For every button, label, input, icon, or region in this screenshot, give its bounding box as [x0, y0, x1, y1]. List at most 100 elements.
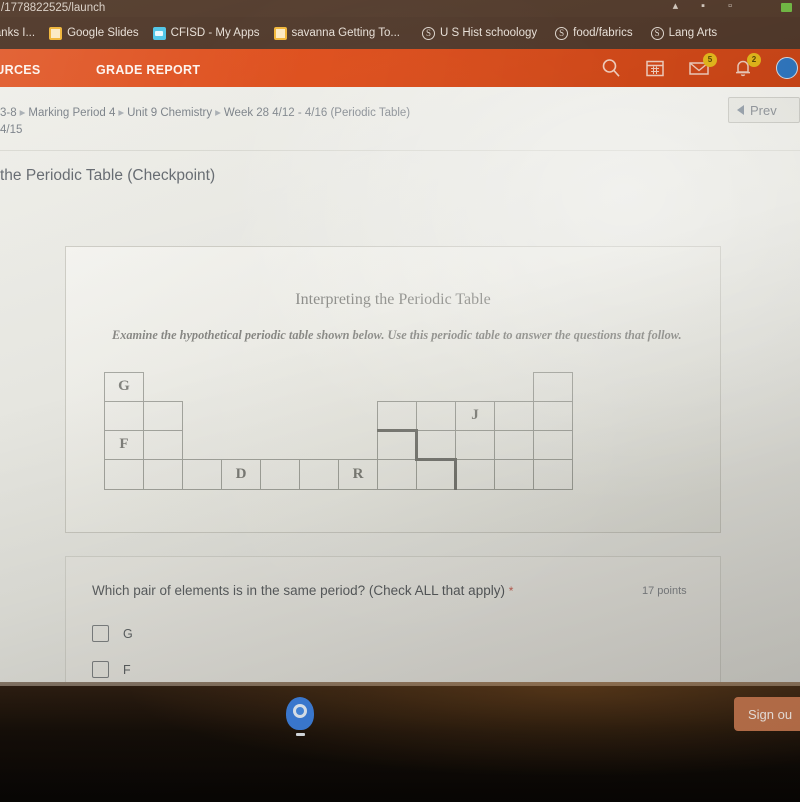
breadcrumb-separator: ▸: [19, 107, 26, 119]
due-date: 4/15: [0, 124, 23, 136]
schoology-icon: S: [650, 26, 664, 40]
ptable-cell-G: G: [104, 372, 144, 402]
ptable-cell-r4c12: [533, 459, 573, 490]
ptable-cell-r2c8: [377, 401, 417, 431]
sign-out-button[interactable]: Sign ou: [734, 697, 800, 731]
ptable-cell-r3c11: [494, 430, 534, 460]
extension-chip-icon[interactable]: [781, 3, 792, 12]
bookmark-item[interactable]: S Lang Arts: [650, 17, 718, 49]
bookmark-label: savanna Getting To...: [291, 27, 400, 39]
metalloid-line-seg-3: [415, 458, 456, 461]
schoology-icon: S: [555, 26, 569, 40]
avatar[interactable]: [776, 57, 798, 79]
option-label-F: F: [123, 662, 131, 677]
bookmark-item[interactable]: CFISD - My Apps: [152, 17, 260, 49]
shelf-top-edge: [0, 682, 800, 686]
breadcrumb: 3-8 ▸ Marking Period 4 ▸ Unit 9 Chemistry ▸ We…: [0, 105, 410, 119]
doc-icon: [273, 26, 287, 40]
browser-url-strip: /1778822525/launch ▴ ▪ ▫: [0, 0, 800, 17]
nav-link-resources[interactable]: ESOURCES: [0, 63, 41, 77]
ptable-cell-r2c11: [494, 401, 534, 431]
element-symbol-R: R: [352, 465, 364, 482]
messages-icon[interactable]: 5: [688, 53, 717, 79]
ptable-cell-r4c5: [260, 459, 300, 490]
bookmarks-bar: irbanks I... Google Slides CFISD - My Apps…: [0, 17, 800, 49]
notifications-badge: 2: [747, 53, 761, 67]
ptable-cell-r4c2: [143, 459, 183, 490]
ptable-cell-r4c10: [455, 459, 495, 490]
ptable-cell-r4c3: [182, 459, 222, 490]
option-row-F[interactable]: F: [92, 661, 131, 678]
ptable-cell-r4c1: [104, 459, 144, 490]
ptable-cell-R: R: [338, 459, 378, 490]
notifications-icon[interactable]: 2: [732, 53, 761, 79]
url-text[interactable]: /1778822525/launch: [1, 2, 105, 14]
bookmark-item[interactable]: Sfood/fabrics: [555, 17, 633, 49]
ptable-cell-J: J: [455, 401, 495, 431]
ptable-cell-r3c8: [377, 430, 417, 460]
bookmark-label: Lang Arts: [668, 27, 718, 39]
breadcrumb-item[interactable]: Week 28 4/12 - 4/16 (Periodic Table): [224, 107, 410, 119]
question-points: 17 points: [642, 585, 687, 597]
checkbox-F[interactable]: [92, 661, 109, 678]
element-symbol-J: J: [471, 407, 479, 424]
ptable-cell-r3c2: [143, 430, 183, 460]
checkbox-G[interactable]: [92, 625, 109, 642]
metalloid-line-seg-4: [454, 458, 457, 490]
ptable-cell-r4c8: [377, 459, 417, 490]
worksheet-title: Interpreting the Periodic Table: [295, 291, 491, 308]
chevron-left-icon: [737, 105, 744, 115]
page-title: the Periodic Table (Checkpoint): [0, 167, 216, 184]
bookmark-item[interactable]: savanna Getting To...: [273, 17, 400, 49]
prev-button[interactable]: Prev: [728, 97, 800, 123]
chromeos-shelf: Sign ou: [0, 682, 800, 802]
ptable-cell-r3c9: [416, 430, 456, 460]
browser-toolbar-glyphs: ▴ ▪ ▫: [672, 0, 742, 12]
ptable-cell-r1c12: [533, 372, 573, 402]
bookmark-label: Google Slides: [67, 27, 139, 39]
ptable-cell-D: D: [221, 459, 261, 490]
screenshot-root: /1778822525/launch ▴ ▪ ▫ irbanks I... Goo…: [0, 0, 800, 802]
ptable-cell-r2c9: [416, 401, 456, 431]
breadcrumb-separator: ▸: [215, 107, 221, 119]
page-content: 3-8 ▸ Marking Period 4 ▸ Unit 9 Chemistry ▸ We…: [0, 87, 800, 682]
bookmark-label: U S Hist schoology: [439, 27, 538, 39]
ptable-cell-F: F: [104, 430, 144, 460]
doc-icon: [49, 26, 63, 40]
breadcrumb-item[interactable]: Marking Period 4: [28, 107, 115, 119]
option-row-G[interactable]: G: [92, 625, 133, 642]
messages-badge: 5: [703, 53, 717, 67]
calendar-icon[interactable]: [644, 57, 666, 79]
ptable-cell-r4c6: [299, 459, 339, 490]
ptable-cell-r2c2: [143, 401, 183, 431]
prev-button-label: Prev: [750, 102, 777, 118]
chrome-icon[interactable]: [286, 697, 314, 736]
metalloid-line-seg-1: [377, 429, 418, 432]
breadcrumb-item[interactable]: 3-8: [0, 107, 17, 119]
worksheet-instructions: Examine the hypothetical periodic table …: [112, 328, 682, 342]
search-icon[interactable]: [600, 57, 622, 79]
question-card: Which pair of elements is in the same pe…: [66, 557, 720, 682]
header-divider: [0, 150, 800, 151]
sign-out-label: Sign ou: [748, 706, 793, 722]
bookmark-item[interactable]: S U S Hist schoology: [421, 17, 538, 49]
element-symbol-G: G: [118, 378, 130, 395]
bookmark-item[interactable]: Google Slides: [49, 17, 139, 49]
question-prompt-text: Which pair of elements is in the same pe…: [92, 583, 505, 598]
schoology-icon: S: [421, 26, 435, 40]
bookmark-item[interactable]: irbanks I...: [0, 17, 35, 49]
breadcrumb-separator: ▸: [118, 107, 125, 119]
worksheet-card: Interpreting the Periodic Table Examine …: [66, 247, 720, 532]
ptable-cell-r4c9: [416, 459, 456, 490]
nav-icon-group: 5 2: [600, 49, 798, 87]
element-symbol-F: F: [119, 436, 129, 453]
question-prompt: Which pair of elements is in the same pe…: [92, 583, 513, 598]
nav-link-grade-report[interactable]: GRADE REPORT: [96, 63, 200, 77]
ptable-cell-r2c1: [104, 401, 144, 431]
element-symbol-D: D: [235, 465, 247, 482]
option-label-G: G: [123, 626, 133, 641]
ptable-cell-r4c11: [494, 459, 534, 490]
ptable-cell-r3c10: [455, 430, 495, 460]
breadcrumb-item[interactable]: Unit 9 Chemistry: [127, 107, 212, 119]
drive-icon: [152, 26, 166, 40]
